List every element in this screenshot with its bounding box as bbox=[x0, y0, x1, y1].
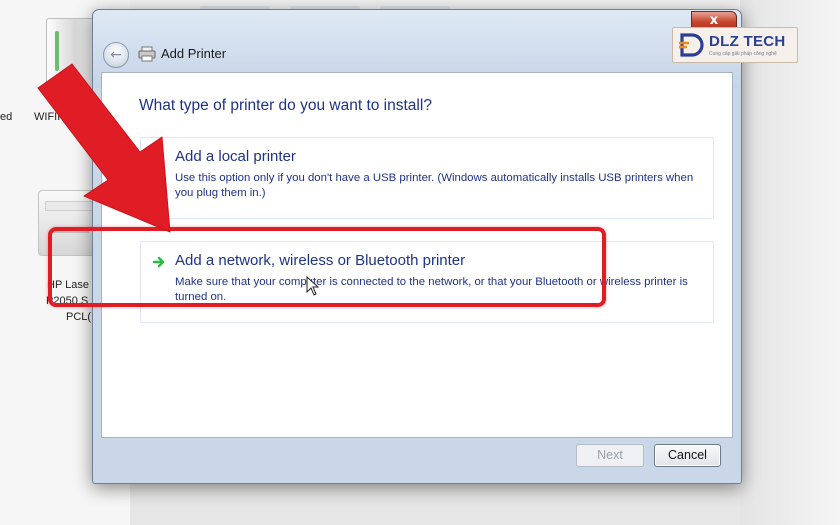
dlz-logo-icon bbox=[679, 33, 704, 57]
green-arrow-icon bbox=[153, 152, 165, 164]
next-button[interactable]: Next bbox=[576, 444, 644, 467]
brand-logo: DLZ TECH Cung cấp giải pháp công nghệ bbox=[672, 27, 798, 63]
mouse-cursor-icon bbox=[306, 276, 320, 296]
dialog-title: Add Printer bbox=[161, 46, 227, 61]
page-heading: What type of printer do you want to inst… bbox=[139, 97, 432, 114]
cancel-button[interactable]: Cancel bbox=[654, 444, 721, 467]
printer-label-line3: PCL( bbox=[66, 311, 92, 323]
router-device-icon[interactable] bbox=[46, 18, 94, 100]
router-label-line2: C bbox=[76, 125, 84, 137]
device-label-partial: ed bbox=[0, 111, 13, 123]
background-window-right bbox=[740, 0, 840, 525]
highlight-annotation bbox=[48, 227, 606, 307]
back-arrow-icon: ← bbox=[110, 47, 122, 63]
printer-icon bbox=[138, 46, 156, 62]
brand-tagline: Cung cấp giải pháp công nghệ bbox=[709, 51, 777, 57]
option-description: Use this option only if you don't have a… bbox=[175, 172, 694, 199]
brand-name: DLZ TECH bbox=[709, 33, 786, 50]
option-title: Add a local printer bbox=[175, 148, 296, 165]
router-label: WIFIHD bbox=[34, 111, 74, 123]
add-local-printer-option[interactable]: Add a local printer Use this option only… bbox=[140, 137, 714, 219]
back-button[interactable]: ← bbox=[103, 42, 129, 68]
